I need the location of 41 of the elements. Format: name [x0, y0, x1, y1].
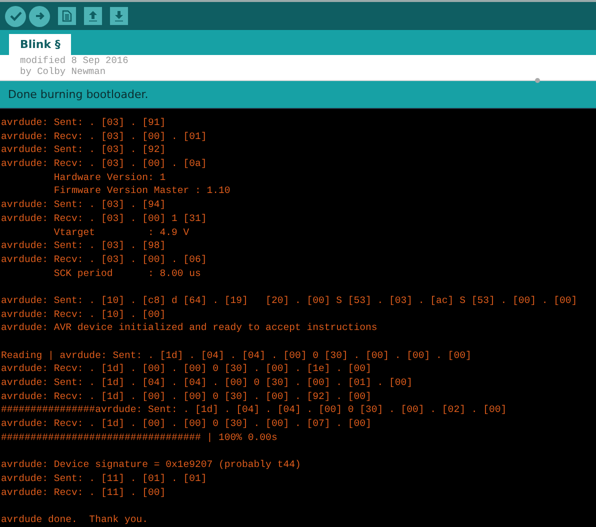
- upload-button[interactable]: [29, 6, 50, 26]
- console-line: avrdude: Sent: . [03] . [98]: [1, 239, 167, 253]
- console-line: avrdude: Recv: . [03] . [00] . [01]: [1, 130, 208, 144]
- console-line: SCK period : 8.00 us: [52, 266, 202, 280]
- console-line: avrdude: Sent: . [1d] . [04] . [04] . [00] 0 [30] . [00] . [01] . [00]: [1, 376, 414, 390]
- console-line: avrdude: Sent: . [03] . [92]: [1, 143, 167, 158]
- arrow-down-icon: [114, 10, 124, 22]
- console-line: avrdude: Recv: . [11] . [00]: [1, 486, 167, 500]
- console-line: Hardware Version: 1: [52, 170, 167, 184]
- console-line: avrdude: Sent: . [03] . [91]: [1, 116, 167, 130]
- console-line: avrdude: Sent: . [11] . [01] . [01]: [1, 472, 208, 486]
- console-line: Firmware Version Master : 1.10: [52, 184, 232, 198]
- code-line: modified 8 Sep 2016: [20, 55, 130, 66]
- console-line: Reading | avrdude: Sent: . [1d] . [04] . [04] . [00] 0 [30] . [00] . [00] . [00]: [1, 348, 472, 362]
- console-line: avrdude: Recv: . [1d] . [00] . [00] 0 [30] . [00] . [92] . [00]: [1, 390, 372, 404]
- console-line: avrdude: Recv: . [1d] . [00] . [00] 0 [30] . [00] . [07] . [00]: [1, 417, 372, 431]
- code-line: by Colby Newman: [20, 66, 107, 77]
- console-line: avrdude: Sent: . [10] . [c8] d [64] . [19] [20] . [00] S [53] . [03] . [ac] S [53] . [00] . [00]: [1, 294, 578, 308]
- console-line: avrdude: Recv: . [10] . [00]: [1, 308, 167, 322]
- console-line: avrdude: Recv: . [03] . [00] 1 [31]: [1, 212, 208, 226]
- new-button[interactable]: [58, 7, 76, 25]
- editor-tab[interactable]: Blink §: [9, 34, 72, 55]
- console-line: avrdude: Device signature = 0x1e9207 (probably t44): [1, 458, 302, 472]
- console-line: ################avrdude: Sent: . [1d] . [04] . [04] . [00] 0 [30] . [00] . [02] . [00]: [1, 403, 508, 418]
- save-button[interactable]: [110, 7, 128, 25]
- open-button[interactable]: [84, 7, 102, 25]
- console-line: avrdude: Sent: . [03] . [94]: [1, 198, 167, 212]
- arrow-right-icon: [34, 11, 44, 21]
- console-line: avrdude done. Thank you.: [1, 512, 149, 527]
- arrow-up-icon: [88, 10, 98, 22]
- console-line: Vtarget : 4.9 V: [52, 226, 190, 240]
- console-line: avrdude: Recv: . [03] . [00] . [06]: [1, 252, 208, 267]
- console-line: ################################## | 100% 0.00s: [1, 430, 278, 444]
- status-message: Done burning bootloader.: [8, 88, 148, 101]
- document-icon: [62, 10, 72, 22]
- verify-button[interactable]: [5, 6, 26, 26]
- console-line: avrdude: Recv: . [1d] . [00] . [00] 0 [30] . [00] . [1e] . [00]: [1, 362, 372, 376]
- splitter-handle[interactable]: [535, 78, 540, 83]
- console-line: avrdude: AVR device initialized and ready to accept instructions: [1, 321, 378, 335]
- checkmark-icon: [10, 11, 22, 21]
- console-line: avrdude: Recv: . [03] . [00] . [0a]: [1, 157, 208, 171]
